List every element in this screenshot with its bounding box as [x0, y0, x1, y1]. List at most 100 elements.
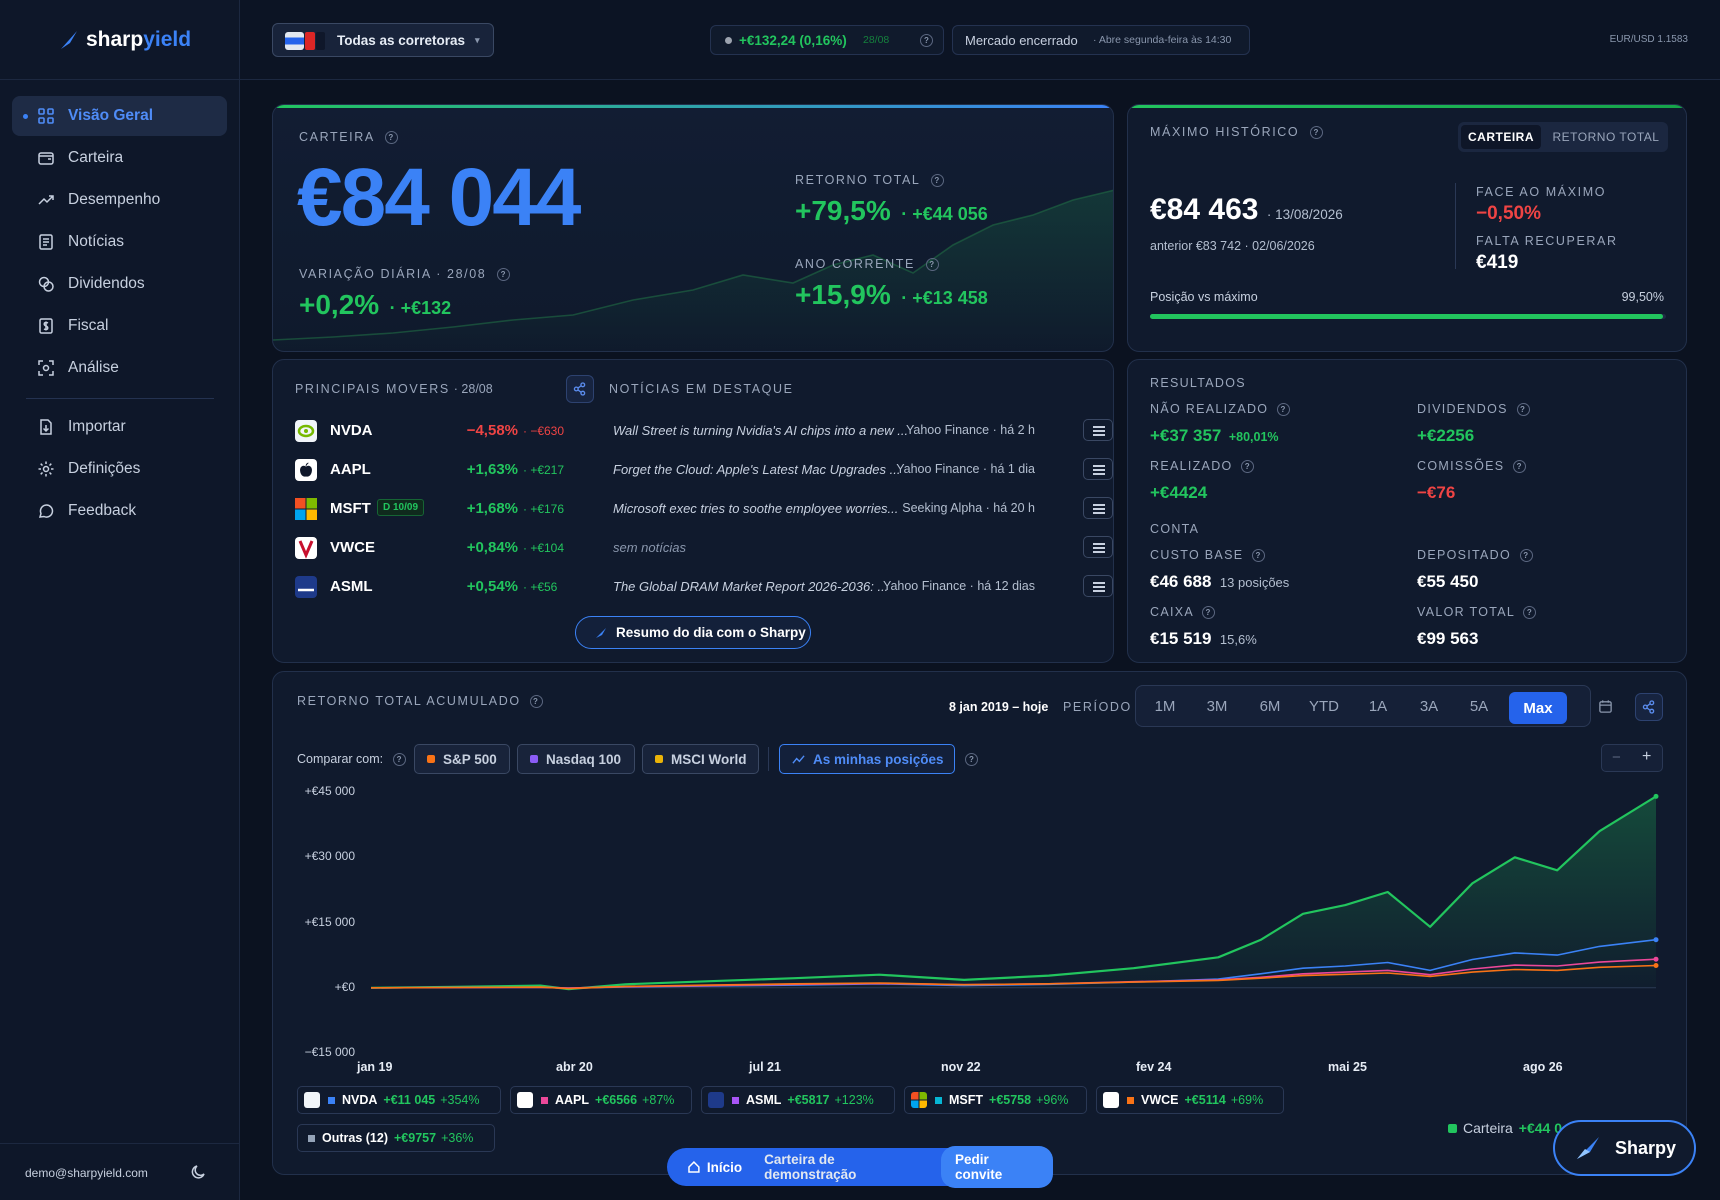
chevron-down-icon: ▾: [475, 34, 480, 45]
dividends-value: +€2256: [1417, 426, 1475, 445]
positions-count: 13 posições: [1219, 575, 1290, 590]
sidebar-item-feedback[interactable]: Feedback: [12, 491, 227, 531]
demo-portfolio-link[interactable]: Carteira de demonstração: [764, 1152, 929, 1182]
day-change-date: 28/08: [863, 34, 890, 46]
sidebar-item-noticias[interactable]: Notícias: [12, 222, 227, 262]
realized-value: +€4424: [1150, 483, 1208, 502]
mover-news-headline[interactable]: Wall Street is turning Nvidia's AI chips…: [613, 423, 933, 438]
daily-change-pct: +0,2%: [299, 289, 380, 320]
news-list-button[interactable]: [1083, 497, 1113, 519]
mover-news-headline[interactable]: The Global DRAM Market Report 2026-2036:…: [613, 579, 913, 594]
legend-item-outras[interactable]: Outras (12) +€9757 +36%: [297, 1124, 495, 1152]
ticker-logo-icon: [708, 1092, 724, 1108]
ytd-caption: ANO CORRENTE ?: [795, 257, 939, 272]
help-icon[interactable]: ?: [920, 33, 933, 47]
sidebar: sharp yield Visão Geral Carteira Desempen…: [0, 0, 240, 1200]
cash-row: €15 519 15,6%: [1150, 629, 1257, 649]
home-link[interactable]: Início: [707, 1160, 742, 1175]
sidebar-item-label: Desempenho: [68, 191, 161, 208]
toggle-retorno-total[interactable]: RETORNO TOTAL: [1548, 125, 1664, 149]
mover-abs: · +€56: [523, 580, 558, 594]
movers-caption: PRINCIPAIS MOVERS · 28/08: [295, 382, 493, 396]
sidebar-item-label: Carteira: [68, 149, 124, 166]
mover-news-source: Yahoo Finance · há 2 h: [905, 423, 1035, 437]
legend-item-nvda[interactable]: NVDA +€11 045 +354%: [297, 1086, 501, 1114]
mover-ticker: ASML: [330, 578, 373, 595]
logo-mark-icon: [61, 31, 77, 49]
sidebar-item-importar[interactable]: Importar: [12, 407, 227, 447]
legend-swatch: [732, 1096, 739, 1104]
request-invite-button[interactable]: Pedir convite: [941, 1146, 1053, 1188]
mover-ticker: NVDA: [330, 422, 373, 439]
legend-item-aapl[interactable]: AAPL +€6566 +87%: [510, 1086, 692, 1114]
top-bar: Todas as corretoras ▾ +€132,24 (0,16%) 2…: [240, 0, 1720, 80]
legend-item-vwce[interactable]: VWCE +€5114 +69%: [1096, 1086, 1284, 1114]
sidebar-item-fiscal[interactable]: Fiscal: [12, 306, 227, 346]
trend-icon: [38, 195, 54, 205]
mover-row[interactable]: VWCE +0,84% · +€104 sem notícias: [295, 533, 1113, 563]
total-return-abs: · +€44 056: [901, 204, 988, 224]
sidebar-divider: [0, 79, 240, 80]
news-list-button[interactable]: [1083, 536, 1113, 558]
grid-icon: [38, 108, 54, 124]
total-value: €99 563: [1417, 629, 1479, 648]
broker-select[interactable]: Todas as corretoras ▾: [272, 23, 494, 57]
newspaper-icon: [39, 234, 53, 250]
total-return-pct: +79,5%: [795, 195, 891, 226]
account-caption: CONTA: [1150, 522, 1200, 536]
mover-news-source: Yahoo Finance · há 12 dias: [883, 579, 1035, 593]
sidebar-item-desempenho[interactable]: Desempenho: [12, 180, 227, 220]
scan-icon: [38, 360, 54, 376]
total-return: +79,5% · +€44 056: [795, 195, 988, 227]
portfolio-card: CARTEIRA ? €84 044 VARIAÇÃO DIÁRIA · 28/…: [272, 104, 1114, 352]
moon-icon[interactable]: [190, 1163, 208, 1181]
sidebar-item-label: Análise: [68, 359, 119, 376]
mover-row[interactable]: NVDA −4,58% · −€630 Wall Street is turni…: [295, 416, 1113, 446]
ticker-logo-icon: [1103, 1092, 1119, 1108]
home-icon: [688, 1161, 700, 1173]
sidebar-item-dividendos[interactable]: Dividendos: [12, 264, 227, 304]
legend-value: +€5758: [989, 1093, 1032, 1107]
results-card: RESULTADOS NÃO REALIZADO ? +€37 357 +80,…: [1127, 359, 1687, 663]
legend-swatch: [1448, 1123, 1457, 1133]
cash-pct: 15,6%: [1219, 632, 1257, 647]
results-caption: RESULTADOS: [1150, 376, 1246, 390]
user-email[interactable]: demo@sharpyield.com: [25, 1166, 148, 1180]
mover-row[interactable]: AAPL +1,63% · +€217 Forget the Cloud: Ap…: [295, 455, 1113, 485]
news-list-button[interactable]: [1083, 419, 1113, 441]
brand-name-part1: sharp: [86, 28, 144, 51]
daily-summary-button[interactable]: Resumo do dia com o Sharpy: [575, 616, 811, 649]
vs-max-value: −0,50%: [1476, 203, 1541, 224]
sharpy-assistant-button[interactable]: Sharpy: [1553, 1120, 1696, 1176]
ath-value: €84 463: [1150, 193, 1259, 226]
vanguard-logo-icon: [295, 537, 317, 559]
coins-icon: [38, 276, 54, 292]
share-button[interactable]: [566, 375, 594, 403]
mover-row[interactable]: ASML +0,54% · +€56 The Global DRAM Marke…: [295, 572, 1113, 602]
cost-basis-caption: CUSTO BASE ?: [1150, 548, 1266, 563]
all-time-high-card: MÁXIMO HISTÓRICO ? CARTEIRA RETORNO TOTA…: [1127, 104, 1687, 352]
sidebar-item-carteira[interactable]: Carteira: [12, 138, 227, 178]
toggle-carteira[interactable]: CARTEIRA: [1461, 125, 1541, 149]
sidebar-item-definicoes[interactable]: Definições: [12, 449, 227, 489]
mover-news-headline[interactable]: Microsoft exec tries to soothe employee …: [613, 501, 931, 516]
app-logo[interactable]: sharp yield: [58, 28, 191, 52]
mover-abs: · +€217: [523, 463, 565, 477]
sidebar-item-analise[interactable]: Análise: [12, 348, 227, 388]
news-list-button[interactable]: [1083, 575, 1113, 597]
sidebar-item-visao-geral[interactable]: Visão Geral: [12, 96, 227, 136]
news-list-button[interactable]: [1083, 458, 1113, 480]
legend-ticker: AAPL: [555, 1093, 590, 1107]
cumulative-return-card: RETORNO TOTAL ACUMULADO ? 8 jan 2019 – h…: [272, 671, 1687, 1175]
day-change-pill[interactable]: +€132,24 (0,16%) 28/08 ?: [710, 25, 944, 55]
mover-news-headline[interactable]: Forget the Cloud: Apple's Latest Mac Upg…: [613, 462, 925, 477]
share-icon: [573, 382, 586, 396]
mover-row[interactable]: MSFT D 10/09 +1,68% · +€176 Microsoft ex…: [295, 494, 1113, 524]
market-next-open: · Abre segunda-feira às 14:30: [1093, 34, 1232, 46]
daily-summary-label: Resumo do dia com o Sharpy: [616, 625, 806, 640]
daily-change-caption: VARIAÇÃO DIÁRIA · 28/08 ?: [299, 267, 511, 282]
ath-previous: anterior €83 742 · 02/06/2026: [1150, 239, 1315, 253]
legend-item-asml[interactable]: ASML +€5817 +123%: [701, 1086, 895, 1114]
cash-value: €15 519: [1150, 629, 1212, 648]
legend-item-msft[interactable]: MSFT +€5758 +96%: [904, 1086, 1087, 1114]
